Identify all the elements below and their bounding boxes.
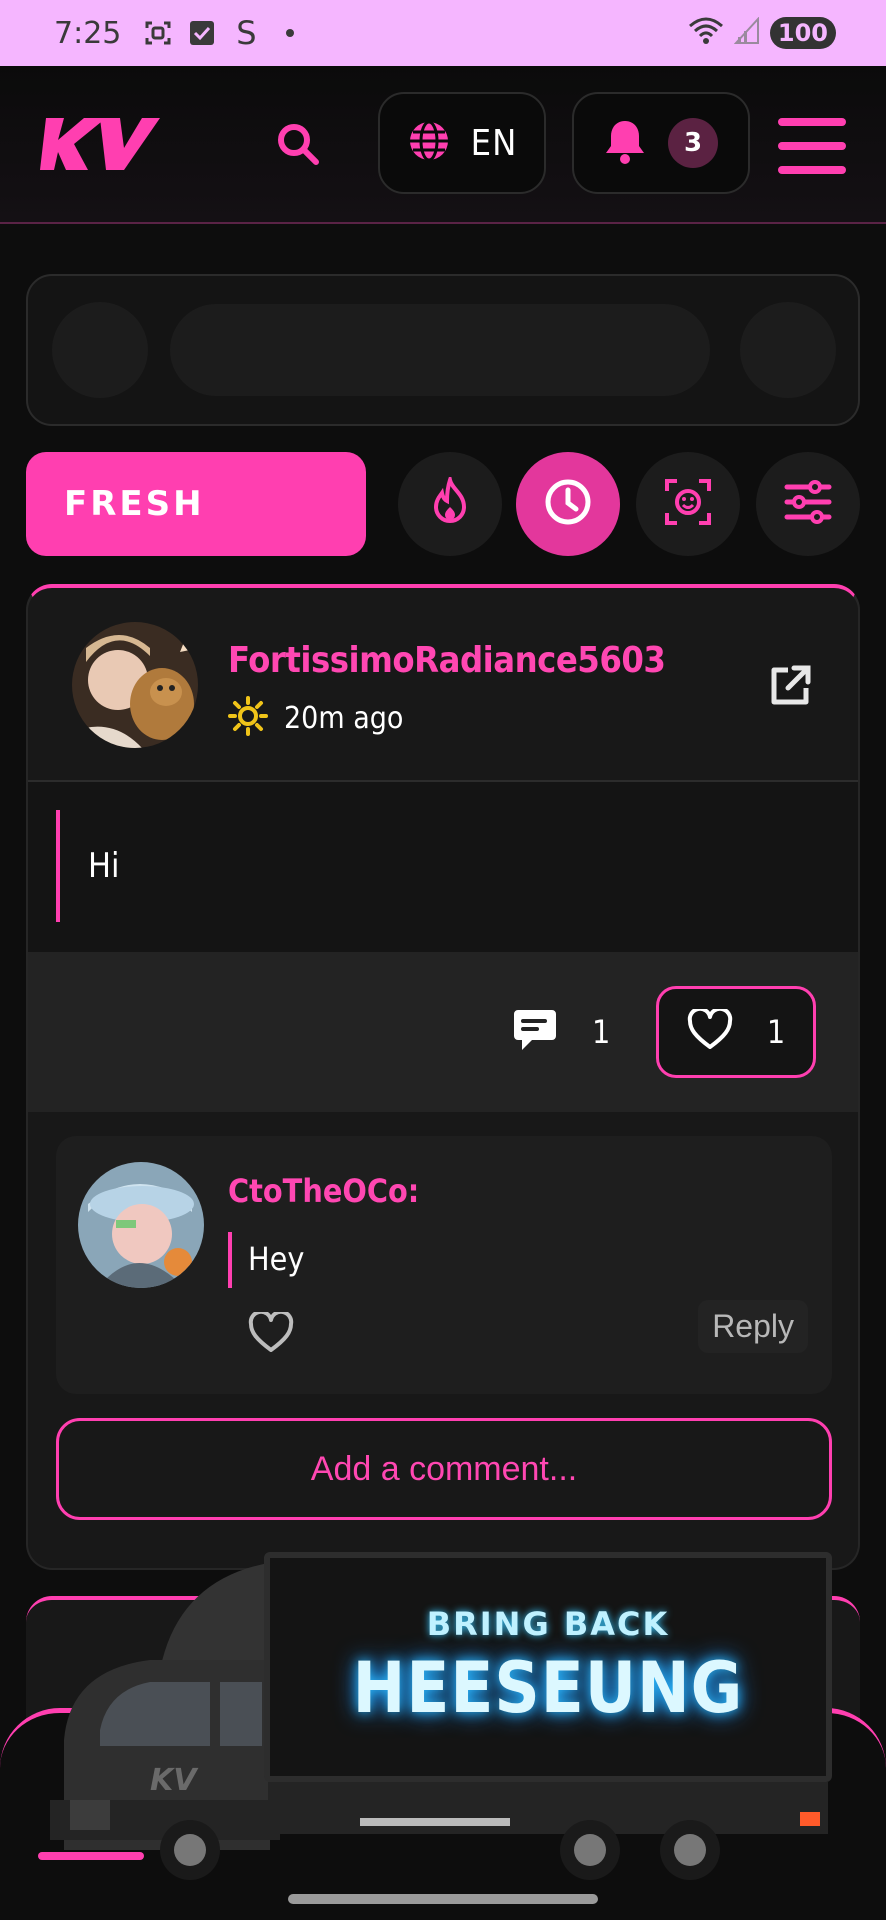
face-filter-button[interactable]	[636, 452, 740, 556]
truck-wheel-front	[160, 1820, 220, 1880]
bell-icon	[604, 118, 646, 168]
post-text: Hi	[88, 846, 120, 886]
notifications-button[interactable]: 3	[572, 92, 750, 194]
hot-filter-button[interactable]	[398, 452, 502, 556]
comment-item: CtoTheOCo: Hey Reply	[56, 1136, 832, 1394]
menu-line	[778, 166, 846, 174]
loading-skeleton	[26, 274, 860, 426]
truck-wheel-rear-2	[660, 1820, 720, 1880]
app-header: EN 3	[0, 66, 886, 224]
truck-wheel-rear-1	[560, 1820, 620, 1880]
skeleton-button	[740, 302, 836, 398]
add-comment-button[interactable]: Add a comment...	[56, 1418, 832, 1520]
banner-sign[interactable]: BRING BACK HEESEUNG	[264, 1552, 832, 1782]
menu-line	[778, 118, 846, 126]
external-link-icon	[766, 665, 814, 714]
comment-username[interactable]: CtoTheOCo:	[228, 1172, 419, 1210]
fresh-filter-button[interactable]: FRESH	[26, 452, 366, 556]
battery-badge: 100	[769, 17, 836, 49]
status-bar: 7:25 S 100	[0, 0, 886, 66]
home-indicator[interactable]	[288, 1894, 598, 1904]
avatar[interactable]	[72, 622, 198, 748]
recent-filter-button[interactable]	[516, 452, 620, 556]
signal-icon	[733, 16, 760, 49]
fresh-label: FRESH	[64, 484, 205, 524]
language-button[interactable]: EN	[378, 92, 546, 194]
globe-icon	[407, 119, 451, 167]
face-scan-icon	[663, 477, 713, 531]
svg-text:KV: KV	[150, 1763, 199, 1798]
quote-bar	[56, 810, 60, 922]
status-icons: S	[143, 14, 305, 52]
skeleton-avatar	[52, 302, 148, 398]
comment-icon	[512, 1008, 558, 1056]
kv-logo[interactable]	[40, 116, 160, 172]
comment-avatar[interactable]	[78, 1162, 204, 1288]
post-body: Hi	[28, 782, 858, 952]
language-label: EN	[470, 122, 518, 164]
skeleton-bar	[170, 304, 710, 396]
post-meta: 20m ago	[228, 696, 403, 740]
checkbox-icon	[187, 18, 217, 48]
banner-main-text: HEESEUNG	[352, 1647, 744, 1729]
post-header: FortissimoRadiance5603 20m ago	[28, 588, 858, 782]
s-app-icon: S	[236, 14, 257, 52]
wifi-icon	[688, 16, 724, 50]
heart-outline-icon	[248, 1309, 294, 1358]
post-card: FortissimoRadiance5603 20m ago Hi 1 1 Ct…	[26, 584, 860, 1570]
post-time: 20m ago	[284, 700, 404, 736]
search-button[interactable]	[270, 118, 326, 174]
like-button[interactable]: 1	[656, 986, 816, 1078]
dot-icon	[275, 18, 305, 48]
comment-quote-bar	[228, 1232, 232, 1288]
heart-icon	[687, 1006, 733, 1055]
reply-button[interactable]: Reply	[698, 1300, 808, 1353]
notification-count-badge: 3	[668, 118, 718, 168]
sliders-icon	[783, 479, 833, 529]
comment-count-button[interactable]: 1	[512, 1008, 610, 1056]
banner-top-text: BRING BACK	[426, 1605, 670, 1643]
status-time: 7:25	[54, 15, 122, 51]
flame-icon	[428, 472, 472, 531]
status-right: 100	[688, 16, 836, 50]
hamburger-menu-button[interactable]	[778, 118, 846, 174]
post-username[interactable]: FortissimoRadiance5603	[228, 640, 666, 681]
settings-filter-button[interactable]	[756, 452, 860, 556]
nav-indicator	[38, 1852, 144, 1860]
menu-line	[778, 142, 846, 150]
sun-icon	[228, 696, 268, 740]
clock-icon	[543, 477, 593, 531]
search-icon	[274, 120, 322, 172]
comment-count: 1	[592, 1013, 611, 1051]
post-actions: 1 1	[28, 952, 858, 1112]
comment-like-button[interactable]	[248, 1309, 294, 1358]
share-button[interactable]	[766, 662, 814, 710]
comment-text: Hey	[248, 1240, 305, 1278]
like-count: 1	[766, 1013, 786, 1051]
screenshot-icon	[143, 18, 173, 48]
